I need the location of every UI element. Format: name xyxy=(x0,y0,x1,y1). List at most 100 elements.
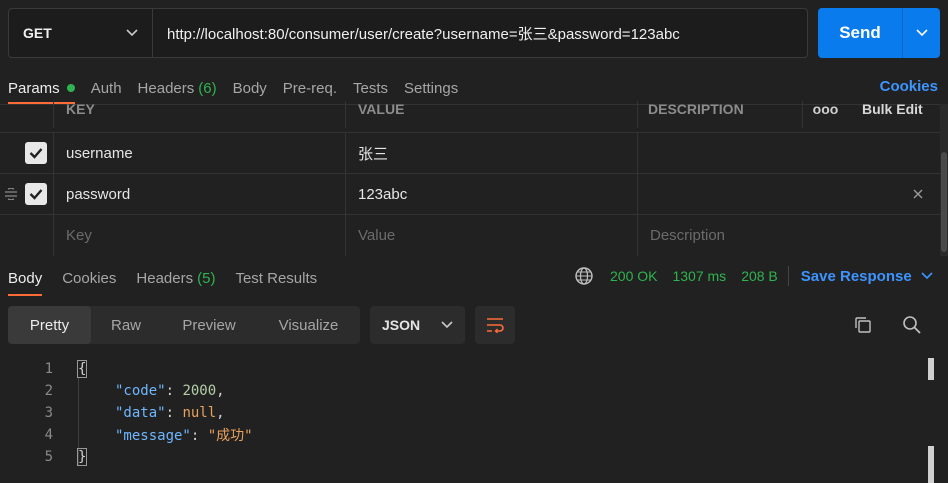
chevron-down-icon xyxy=(126,29,138,37)
line-number: 1 xyxy=(44,361,53,377)
wrap-lines-button[interactable] xyxy=(475,306,515,344)
wrap-lines-icon xyxy=(487,318,504,333)
new-value-input[interactable]: Value xyxy=(345,215,637,256)
param-description-cell[interactable] xyxy=(637,133,940,173)
tab-body[interactable]: Body xyxy=(233,72,267,104)
row-checkbox-cell xyxy=(0,133,53,173)
tab-params[interactable]: Params xyxy=(8,72,75,104)
code-line: 4 "message": "成功" xyxy=(0,424,930,446)
code-scrollbar-thumb[interactable] xyxy=(928,446,934,483)
tab-response-cookies-label: Cookies xyxy=(62,269,117,287)
new-value-placeholder: Value xyxy=(358,227,396,244)
new-key-input[interactable]: Key xyxy=(53,215,345,256)
tab-prereq[interactable]: Pre-req. xyxy=(283,72,337,104)
param-key-cell[interactable]: username xyxy=(53,133,345,173)
more-options-icon[interactable]: ooo xyxy=(802,101,848,128)
json-value: 2000 xyxy=(182,383,217,399)
format-select[interactable]: JSON xyxy=(370,306,465,344)
tab-headers[interactable]: Headers (6) xyxy=(138,72,217,104)
send-button-group: Send xyxy=(818,8,940,58)
code-line: 5 } xyxy=(0,446,930,468)
preview-button[interactable]: Preview xyxy=(161,306,257,344)
table-row: password 123abc xyxy=(0,174,940,215)
param-value-cell[interactable]: 123abc xyxy=(345,174,637,214)
row-checkbox-cell xyxy=(0,174,53,214)
params-scrollbar-thumb[interactable] xyxy=(941,152,947,252)
code-line: 1 { xyxy=(0,358,930,380)
tab-params-label: Params xyxy=(8,79,60,97)
bulk-edit-button[interactable]: Bulk Edit xyxy=(848,101,940,128)
delete-row-icon[interactable] xyxy=(913,189,923,199)
globe-icon[interactable] xyxy=(574,266,594,286)
new-key-placeholder: Key xyxy=(66,227,92,244)
tab-test-results-label: Test Results xyxy=(235,269,318,287)
code-line: 3 "data": null, xyxy=(0,402,930,424)
tab-tests-label: Tests xyxy=(352,79,388,97)
response-time[interactable]: 1307 ms xyxy=(672,268,726,284)
json-key: "message" xyxy=(115,428,191,444)
response-status-bar: 200 OK 1307 ms 208 B Save Response xyxy=(574,265,933,287)
send-options-button[interactable] xyxy=(903,8,940,58)
save-response-label: Save Response xyxy=(800,267,912,285)
raw-button[interactable]: Raw xyxy=(91,306,161,344)
response-tabs: Body Cookies Headers (5) Test Results xyxy=(0,260,337,296)
open-brace: { xyxy=(76,360,88,378)
new-description-placeholder: Description xyxy=(650,227,726,244)
code-scrollbar-marker xyxy=(928,358,934,380)
new-description-input[interactable]: Description xyxy=(637,215,940,256)
view-mode-group: Pretty Raw Preview Visualize xyxy=(8,306,360,344)
url-input[interactable]: http://localhost:80/consumer/user/create… xyxy=(153,9,807,57)
copy-button[interactable] xyxy=(850,312,876,338)
tab-settings[interactable]: Settings xyxy=(404,72,458,104)
checkmark-icon xyxy=(29,189,43,200)
tab-response-body[interactable]: Body xyxy=(0,260,43,296)
search-icon xyxy=(903,316,921,334)
status-code[interactable]: 200 OK xyxy=(610,268,657,284)
table-row-new: Key Value Description xyxy=(0,215,940,256)
drag-handle-icon[interactable] xyxy=(4,188,18,200)
code-scrollbar[interactable] xyxy=(928,358,936,483)
row-checkbox[interactable] xyxy=(25,142,47,164)
line-number: 2 xyxy=(44,383,53,399)
line-number: 5 xyxy=(44,449,53,465)
status-divider xyxy=(787,266,789,286)
chevron-down-icon xyxy=(441,321,453,329)
tab-tests[interactable]: Tests xyxy=(353,72,388,104)
row-checkbox[interactable] xyxy=(25,183,47,205)
tab-test-results[interactable]: Test Results xyxy=(235,260,317,296)
tab-response-body-label: Body xyxy=(8,269,43,287)
search-button[interactable] xyxy=(899,312,925,338)
line-number: 4 xyxy=(44,427,53,443)
column-key-header: KEY xyxy=(53,101,345,128)
code-entry: "message": "成功" xyxy=(115,428,253,444)
tab-headers-label: Headers xyxy=(137,79,195,97)
pretty-button[interactable]: Pretty xyxy=(8,306,91,344)
tab-auth[interactable]: Auth xyxy=(91,72,122,104)
format-label: JSON xyxy=(382,317,421,333)
params-scrollbar[interactable] xyxy=(940,104,948,256)
json-key: "data" xyxy=(115,405,166,421)
code-entry: "code": 2000, xyxy=(115,383,225,399)
param-value-cell[interactable]: 张三 xyxy=(345,133,637,173)
method-select[interactable]: GET xyxy=(9,9,153,57)
request-tabs: Params Auth Headers (6) Body Pre-req. Te… xyxy=(0,72,948,104)
json-value: "成功" xyxy=(207,428,253,444)
visualize-button[interactable]: Visualize xyxy=(257,306,360,344)
tab-headers-count: (6) xyxy=(198,79,217,97)
column-value-header: VALUE xyxy=(345,101,637,128)
chevron-down-icon xyxy=(921,272,933,280)
table-row: username 张三 xyxy=(0,133,940,174)
send-button[interactable]: Send xyxy=(818,8,902,58)
response-body-editor[interactable]: 1 { 2 "code": 2000, 3 "data": null, 4 "m… xyxy=(0,356,940,483)
tab-prereq-label: Pre-req. xyxy=(282,79,337,97)
response-size[interactable]: 208 B xyxy=(741,268,778,284)
save-response-button[interactable]: Save Response xyxy=(801,268,933,285)
code-entry: "data": null, xyxy=(115,405,225,421)
tab-response-headers[interactable]: Headers (5) xyxy=(136,260,215,296)
param-description-cell[interactable] xyxy=(637,174,940,214)
param-key-cell[interactable]: password xyxy=(53,174,345,214)
copy-icon xyxy=(855,317,871,333)
tab-response-cookies[interactable]: Cookies xyxy=(62,260,116,296)
line-number: 3 xyxy=(44,405,53,421)
cookies-link[interactable]: Cookies xyxy=(880,78,938,95)
